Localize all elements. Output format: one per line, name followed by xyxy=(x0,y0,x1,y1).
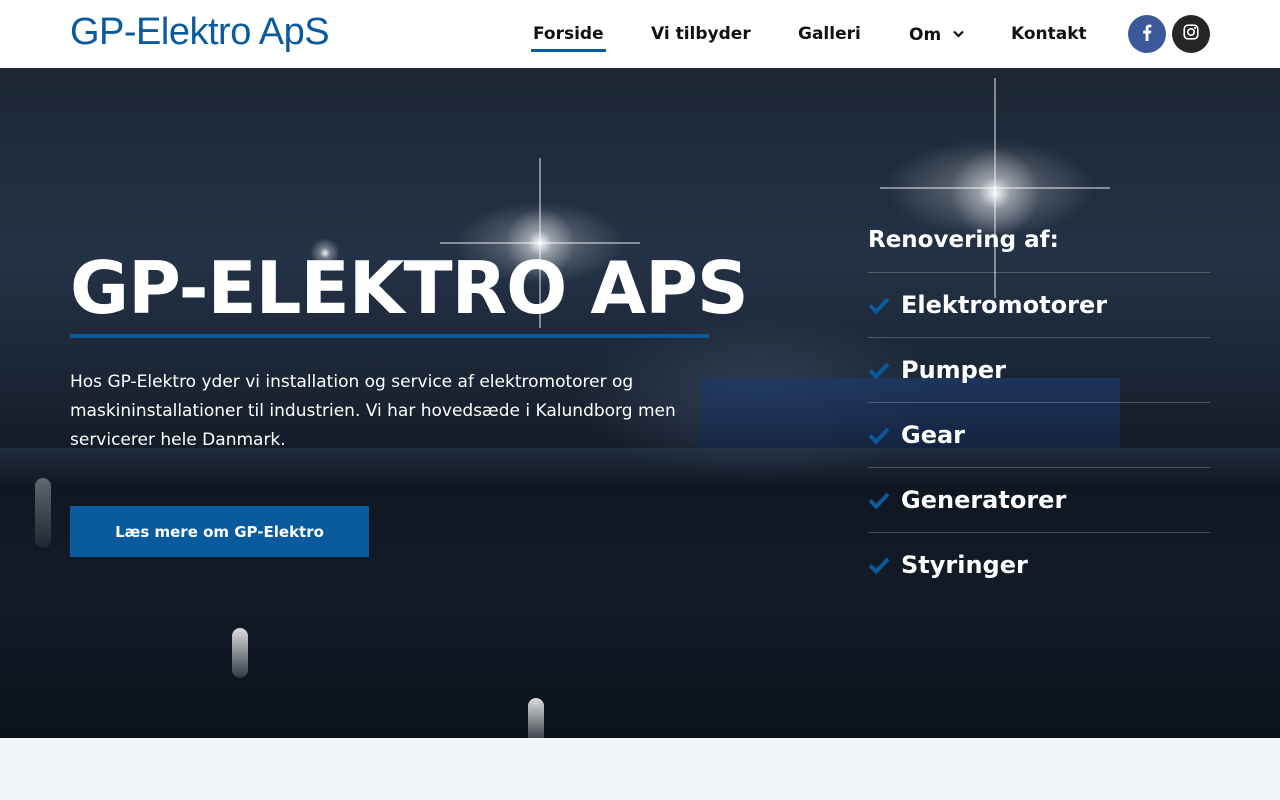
check-icon xyxy=(868,362,890,380)
facebook-button[interactable] xyxy=(1128,15,1166,53)
nav-item-vi-tilbyder[interactable]: Vi tilbyder xyxy=(651,22,751,46)
services-title: Renovering af: xyxy=(868,227,1059,253)
site-logo[interactable]: GP-Elektro ApS xyxy=(70,10,330,54)
hero-background-reflection xyxy=(528,698,544,738)
list-item-label: Elektromotorer xyxy=(901,291,1108,319)
hero-background-reflection xyxy=(232,628,248,678)
nav-item-label: Vi tilbyder xyxy=(651,24,751,44)
check-icon xyxy=(868,297,890,315)
read-more-button-label: Læs mere om GP-Elektro xyxy=(115,522,324,541)
site-header: GP-Elektro ApS Forside Vi tilbyder Galle… xyxy=(0,0,1280,68)
services-list: Elektromotorer Pumper Gear Generatorer S… xyxy=(868,272,1210,597)
nav-item-label: Om xyxy=(909,25,942,45)
list-item-label: Generatorer xyxy=(901,486,1067,514)
nav-item-forside[interactable]: Forside xyxy=(531,22,606,52)
list-item-label: Pumper xyxy=(901,356,1006,384)
hero-section: GP-ELEKTRO APS Hos GP-Elektro yder vi in… xyxy=(0,68,1280,738)
chevron-down-icon xyxy=(953,22,964,46)
list-item: Pumper xyxy=(868,337,1210,402)
check-icon xyxy=(868,427,890,445)
nav-item-kontakt[interactable]: Kontakt xyxy=(1011,22,1087,46)
list-item: Generatorer xyxy=(868,467,1210,532)
check-icon xyxy=(868,492,890,510)
next-section-band xyxy=(0,738,1280,800)
facebook-icon xyxy=(1142,24,1152,45)
check-icon xyxy=(868,557,890,575)
hero-title: GP-ELEKTRO APS xyxy=(70,246,749,330)
nav-item-label: Kontakt xyxy=(1011,24,1087,44)
hero-background-ray xyxy=(994,78,996,298)
list-item: Elektromotorer xyxy=(868,272,1210,337)
list-item: Gear xyxy=(868,402,1210,467)
read-more-button[interactable]: Læs mere om GP-Elektro xyxy=(70,506,369,557)
list-item: Styringer xyxy=(868,532,1210,597)
hero-title-underline xyxy=(70,334,709,338)
hero-description: Hos GP-Elektro yder vi installation og s… xyxy=(70,372,676,450)
nav-item-galleri[interactable]: Galleri xyxy=(798,22,861,46)
list-item-label: Gear xyxy=(901,421,966,449)
nav-item-label: Forside xyxy=(533,24,604,44)
instagram-button[interactable] xyxy=(1172,15,1210,53)
list-item-label: Styringer xyxy=(901,551,1028,579)
nav-item-label: Galleri xyxy=(798,24,861,44)
instagram-icon xyxy=(1183,24,1199,44)
hero-background-reflection xyxy=(35,478,51,548)
nav-item-om[interactable]: Om xyxy=(909,22,964,47)
